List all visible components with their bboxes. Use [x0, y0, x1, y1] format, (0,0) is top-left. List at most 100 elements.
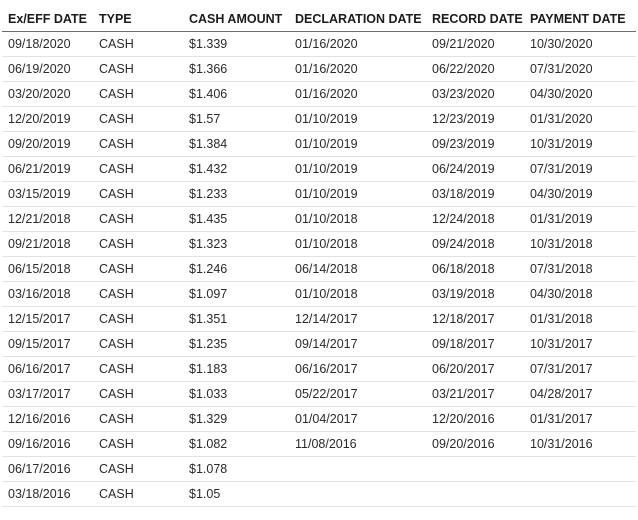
cell-ex-eff-date: 06/17/2016: [2, 456, 93, 482]
cell-record-date: 03/19/2018: [426, 281, 524, 307]
cell-payment-date: 01/31/2019: [524, 206, 636, 232]
cell-declaration-date: 01/10/2018: [289, 231, 426, 257]
cell-cash-amount: $1.323: [183, 231, 289, 257]
cell-record-date: 12/20/2016: [426, 406, 524, 432]
column-header-ex-eff-date[interactable]: Ex/EFF DATE: [2, 6, 93, 32]
cell-type: CASH: [93, 106, 183, 132]
cell-ex-eff-date: 09/16/2016: [2, 431, 93, 457]
column-header-record-date[interactable]: RECORD DATE: [426, 6, 524, 32]
cell-declaration-date: 01/10/2019: [289, 106, 426, 132]
cell-record-date: 12/18/2017: [426, 306, 524, 332]
table-header: Ex/EFF DATE TYPE CASH AMOUNT DECLARATION…: [2, 6, 636, 32]
cell-ex-eff-date: 12/16/2016: [2, 406, 93, 432]
cell-record-date: 09/21/2020: [426, 31, 524, 57]
cell-type: CASH: [93, 131, 183, 157]
cell-record-date: 03/18/2019: [426, 181, 524, 207]
cell-cash-amount: $1.246: [183, 256, 289, 282]
cell-declaration-date: 01/10/2018: [289, 281, 426, 307]
cell-declaration-date: [289, 456, 426, 482]
cell-type: CASH: [93, 156, 183, 182]
table-row: 06/17/2016 CASH $1.078: [2, 456, 636, 482]
cell-type: CASH: [93, 381, 183, 407]
cell-ex-eff-date: 09/18/2020: [2, 31, 93, 57]
cell-payment-date: 01/31/2017: [524, 406, 636, 432]
cell-payment-date: 07/31/2019: [524, 156, 636, 182]
cell-declaration-date: 11/08/2016: [289, 431, 426, 457]
cell-declaration-date: 01/10/2019: [289, 131, 426, 157]
cell-type: CASH: [93, 81, 183, 107]
cell-declaration-date: [289, 481, 426, 507]
cell-cash-amount: $1.078: [183, 456, 289, 482]
cell-cash-amount: $1.432: [183, 156, 289, 182]
table-row: 03/16/2018 CASH $1.097 01/10/2018 03/19/2018…: [2, 281, 636, 307]
cell-record-date: 09/23/2019: [426, 131, 524, 157]
cell-declaration-date: 12/14/2017: [289, 306, 426, 332]
table-row: 03/17/2017 CASH $1.033 05/22/2017 03/21/2017…: [2, 381, 636, 407]
table-row: 12/20/2019 CASH $1.57 01/10/2019 12/23/2019 0…: [2, 106, 636, 132]
cell-record-date: [426, 456, 524, 482]
cell-payment-date: 04/30/2020: [524, 81, 636, 107]
cell-ex-eff-date: 09/20/2019: [2, 131, 93, 157]
header-row: Ex/EFF DATE TYPE CASH AMOUNT DECLARATION…: [2, 6, 636, 32]
cell-type: CASH: [93, 481, 183, 507]
table-row: 09/16/2016 CASH $1.082 11/08/2016 09/20/2016…: [2, 431, 636, 457]
cell-record-date: 06/24/2019: [426, 156, 524, 182]
cell-cash-amount: $1.384: [183, 131, 289, 157]
cell-record-date: 06/18/2018: [426, 256, 524, 282]
cell-record-date: 03/21/2017: [426, 381, 524, 407]
cell-payment-date: 10/31/2018: [524, 231, 636, 257]
cell-record-date: 06/22/2020: [426, 56, 524, 82]
cell-ex-eff-date: 03/17/2017: [2, 381, 93, 407]
cell-payment-date: 01/31/2020: [524, 106, 636, 132]
cell-cash-amount: $1.339: [183, 31, 289, 57]
cell-cash-amount: $1.233: [183, 181, 289, 207]
cell-payment-date: 07/31/2020: [524, 56, 636, 82]
cell-type: CASH: [93, 306, 183, 332]
table-row: 03/15/2019 CASH $1.233 01/10/2019 03/18/2019…: [2, 181, 636, 207]
cell-ex-eff-date: 12/20/2019: [2, 106, 93, 132]
cell-declaration-date: 01/10/2018: [289, 206, 426, 232]
cell-payment-date: [524, 481, 636, 507]
cell-declaration-date: 01/10/2019: [289, 156, 426, 182]
cell-cash-amount: $1.366: [183, 56, 289, 82]
table-row: 09/20/2019 CASH $1.384 01/10/2019 09/23/2019…: [2, 131, 636, 157]
cell-payment-date: 07/31/2017: [524, 356, 636, 382]
cell-type: CASH: [93, 181, 183, 207]
cell-record-date: 09/18/2017: [426, 331, 524, 357]
cell-type: CASH: [93, 356, 183, 382]
cell-record-date: 06/20/2017: [426, 356, 524, 382]
cell-payment-date: 07/31/2018: [524, 256, 636, 282]
cell-type: CASH: [93, 256, 183, 282]
cell-type: CASH: [93, 31, 183, 57]
cell-record-date: 03/23/2020: [426, 81, 524, 107]
cell-record-date: 12/24/2018: [426, 206, 524, 232]
cell-cash-amount: $1.082: [183, 431, 289, 457]
cell-record-date: 12/23/2019: [426, 106, 524, 132]
column-header-cash-amount[interactable]: CASH AMOUNT: [183, 6, 289, 32]
cell-ex-eff-date: 06/15/2018: [2, 256, 93, 282]
table-row: 06/19/2020 CASH $1.366 01/16/2020 06/22/2020…: [2, 56, 636, 82]
cell-payment-date: 04/30/2018: [524, 281, 636, 307]
cell-cash-amount: $1.329: [183, 406, 289, 432]
column-header-payment-date[interactable]: PAYMENT DATE: [524, 6, 636, 32]
cell-ex-eff-date: 06/21/2019: [2, 156, 93, 182]
cell-declaration-date: 09/14/2017: [289, 331, 426, 357]
cell-cash-amount: $1.57: [183, 106, 289, 132]
cell-cash-amount: $1.097: [183, 281, 289, 307]
cell-payment-date: 01/31/2018: [524, 306, 636, 332]
table-row: 03/18/2016 CASH $1.05: [2, 481, 636, 507]
cell-ex-eff-date: 03/15/2019: [2, 181, 93, 207]
cell-payment-date: 04/28/2017: [524, 381, 636, 407]
cell-payment-date: [524, 456, 636, 482]
cell-record-date: [426, 481, 524, 507]
column-header-declaration-date[interactable]: DECLARATION DATE: [289, 6, 426, 32]
cell-ex-eff-date: 03/20/2020: [2, 81, 93, 107]
table-row: 09/18/2020 CASH $1.339 01/16/2020 09/21/2020…: [2, 31, 636, 57]
cell-payment-date: 10/30/2020: [524, 31, 636, 57]
cell-declaration-date: 01/16/2020: [289, 31, 426, 57]
cell-type: CASH: [93, 206, 183, 232]
cell-type: CASH: [93, 406, 183, 432]
table-row: 09/15/2017 CASH $1.235 09/14/2017 09/18/2017…: [2, 331, 636, 357]
column-header-type[interactable]: TYPE: [93, 6, 183, 32]
cell-cash-amount: $1.033: [183, 381, 289, 407]
